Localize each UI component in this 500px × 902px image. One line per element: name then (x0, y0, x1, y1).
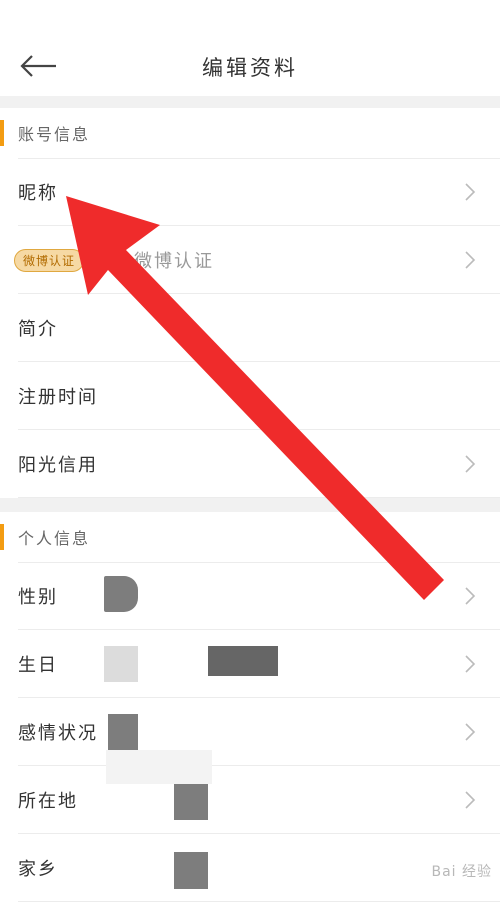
red-arrow-annotation (66, 196, 444, 600)
watermark: Bai 经验 (431, 864, 492, 880)
